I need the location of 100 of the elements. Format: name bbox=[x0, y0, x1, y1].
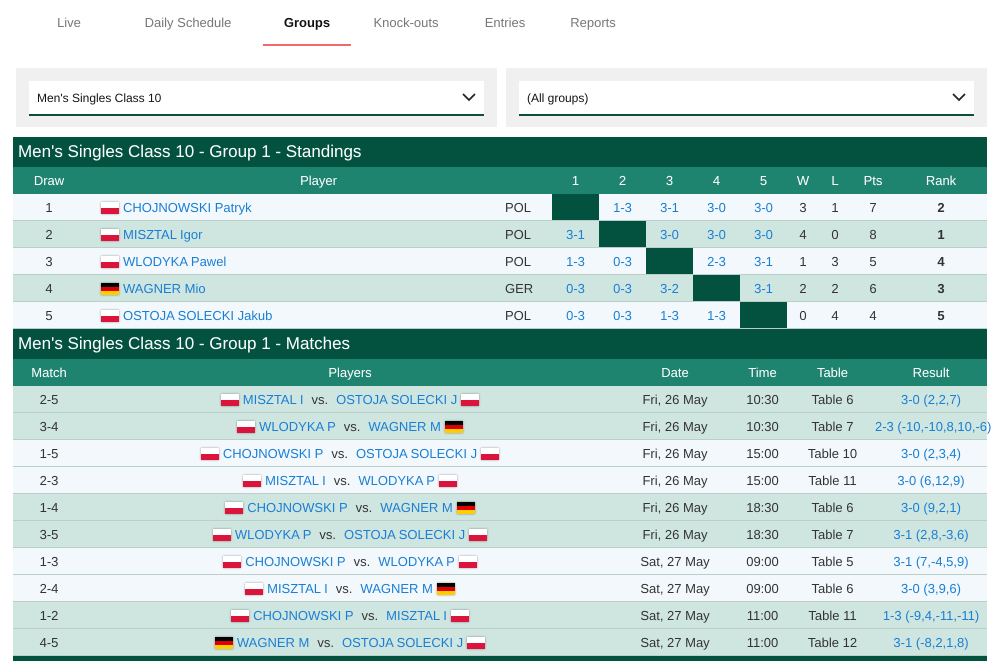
table-cell: 1-5 bbox=[13, 440, 85, 466]
player-link[interactable]: CHOJNOWSKI P bbox=[245, 554, 346, 570]
versus-label: vs. bbox=[331, 446, 348, 462]
table-cell: 15:00 bbox=[735, 466, 790, 494]
column-header: 3 bbox=[646, 167, 694, 194]
table-cell: 4 bbox=[851, 302, 896, 328]
table-cell: 11:00 bbox=[735, 602, 790, 628]
table-cell: 2-5 bbox=[13, 386, 85, 412]
player-link[interactable]: OSTOJA SOLECKI J bbox=[356, 446, 478, 462]
table-cell: 2-4 bbox=[13, 574, 85, 602]
table-cell: GER bbox=[505, 274, 552, 302]
table-cell: 18:30 bbox=[735, 520, 790, 548]
nav-tab[interactable]: Daily Schedule bbox=[113, 0, 263, 46]
table-cell: Table 7 bbox=[790, 520, 875, 548]
player-link[interactable]: MISZTAL I bbox=[267, 581, 328, 596]
versus-label: vs. bbox=[356, 500, 372, 516]
table-cell: 8 bbox=[851, 220, 896, 248]
table-cell: 18:30 bbox=[735, 494, 790, 520]
table-cell: POL bbox=[505, 248, 552, 274]
column-header: Pts bbox=[851, 167, 896, 194]
column-header: Time bbox=[735, 359, 790, 386]
flag-icon bbox=[101, 256, 119, 268]
column-header: Table bbox=[790, 359, 875, 386]
section-title: Men's Singles Class 10 - Group 1 - Standings bbox=[13, 137, 987, 167]
table-cell: 10:30 bbox=[735, 412, 790, 440]
player-link[interactable]: MISZTAL I bbox=[386, 608, 447, 624]
flag-icon bbox=[436, 582, 455, 595]
dropdown-select[interactable]: Men's Singles Class 10 bbox=[29, 81, 484, 116]
player-link[interactable]: MISZTAL Igor bbox=[123, 227, 202, 242]
player-link[interactable]: WLODYKA Pawel bbox=[123, 254, 226, 270]
table-cell: Sat, 27 May bbox=[615, 574, 735, 602]
player-link[interactable]: OSTOJA SOLECKI J bbox=[336, 392, 458, 408]
table-cell: 4 bbox=[787, 220, 820, 248]
column-header: 5 bbox=[740, 167, 788, 194]
table-cell: 5 bbox=[895, 302, 987, 328]
player-link[interactable]: WLODYKA P bbox=[259, 419, 336, 434]
chevron-down-icon bbox=[952, 93, 966, 102]
table-cell: Table 12 bbox=[790, 628, 875, 656]
table-cell: Table 7 bbox=[790, 412, 875, 440]
versus-label: vs. bbox=[319, 527, 336, 542]
player-link[interactable]: WAGNER M bbox=[360, 581, 433, 596]
flag-icon bbox=[231, 610, 250, 622]
flag-icon bbox=[220, 394, 239, 406]
player-link[interactable]: CHOJNOWSKI P bbox=[222, 446, 324, 462]
player-link[interactable]: WLODYKA P bbox=[358, 473, 435, 488]
flag-icon bbox=[101, 282, 119, 295]
table-cell: POL bbox=[505, 220, 552, 248]
flag-icon bbox=[101, 202, 119, 214]
column-header: Rank bbox=[895, 167, 987, 194]
table-cell: 2 bbox=[13, 220, 85, 248]
player-link[interactable]: WAGNER Mio bbox=[123, 281, 206, 296]
column-header: Player bbox=[85, 167, 552, 194]
table-cell: 1 bbox=[787, 248, 820, 274]
table-cell: 2 bbox=[787, 274, 820, 302]
player-link[interactable]: WLODYKA P bbox=[234, 527, 312, 542]
nav-tab[interactable]: Entries bbox=[461, 0, 549, 46]
table-cell: 0 bbox=[787, 302, 820, 328]
table-cell: POL bbox=[505, 194, 552, 220]
player-link[interactable]: OSTOJA SOLECKI J bbox=[342, 635, 464, 650]
dropdown-select[interactable]: (All groups) bbox=[519, 81, 974, 116]
table-cell: Table 11 bbox=[790, 602, 875, 628]
flag-icon bbox=[469, 528, 488, 541]
result-link[interactable]: 2-3 (-10,-10,8,10,-6) bbox=[875, 418, 992, 434]
player-link[interactable]: OSTOJA SOLECKI J bbox=[344, 527, 466, 542]
player-link[interactable]: WAGNER M bbox=[368, 419, 441, 434]
flag-icon bbox=[461, 394, 480, 406]
versus-label: vs. bbox=[317, 635, 334, 650]
player-link[interactable]: CHOJNOWSKI P bbox=[247, 500, 348, 516]
player-link[interactable]: CHOJNOWSKI P bbox=[253, 608, 354, 624]
nav-tab[interactable]: Knock-outs bbox=[351, 0, 461, 46]
nav-tab[interactable]: Live bbox=[25, 0, 113, 46]
versus-label: vs. bbox=[336, 581, 352, 596]
table-cell: 15:00 bbox=[735, 440, 790, 466]
nav-tab[interactable]: Reports bbox=[549, 0, 637, 46]
versus-label: vs. bbox=[362, 608, 378, 624]
table-cell: POL bbox=[505, 302, 552, 328]
table-cell: Fri, 26 May bbox=[615, 520, 735, 548]
column-header: L bbox=[819, 167, 852, 194]
player-link[interactable]: WAGNER M bbox=[380, 500, 453, 516]
player-link[interactable]: MISZTAL I bbox=[242, 392, 304, 408]
player-link[interactable]: MISZTAL I bbox=[265, 473, 326, 488]
table-cell: 2 bbox=[819, 274, 852, 302]
player-link[interactable]: WLODYKA P bbox=[378, 554, 455, 570]
table-cell: 6 bbox=[851, 274, 896, 302]
section-title: Men's Singles Class 10 - Group 1 - Matches bbox=[13, 329, 987, 359]
column-header: 2 bbox=[599, 167, 646, 194]
table-cell: 4-5 bbox=[13, 628, 85, 656]
table-cell: 3 bbox=[819, 248, 852, 274]
nav-tab[interactable]: Groups bbox=[263, 0, 351, 46]
table-cell: Table 6 bbox=[790, 494, 875, 520]
flag-icon bbox=[438, 474, 457, 487]
table-cell: 3-5 bbox=[13, 520, 85, 548]
flag-icon bbox=[456, 502, 475, 514]
column-header: 4 bbox=[693, 167, 740, 194]
table-cell: Sat, 27 May bbox=[615, 548, 735, 574]
player-link[interactable]: WAGNER M bbox=[236, 635, 310, 650]
flag-icon bbox=[458, 556, 477, 568]
table-cell: Fri, 26 May bbox=[615, 412, 735, 440]
player-link[interactable]: CHOJNOWSKI Patryk bbox=[123, 200, 252, 216]
table-cell: Table 6 bbox=[790, 574, 875, 602]
